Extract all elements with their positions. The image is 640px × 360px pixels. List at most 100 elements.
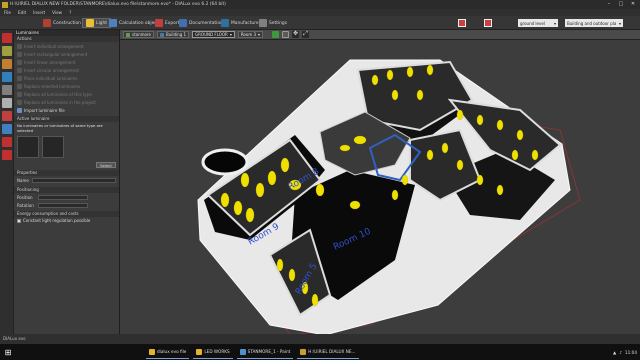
taskbar-item[interactable]: LED WORKS	[193, 345, 233, 359]
breadcrumb-room[interactable]: Room 3 ▾	[237, 31, 264, 38]
action-replace-type[interactable]: Replace all luminaires of this type	[14, 90, 119, 98]
luminaire	[255, 182, 265, 198]
name-row: Name	[14, 176, 119, 184]
action-label: Replace selected luminaires	[24, 83, 81, 89]
level-select-value: ground level	[520, 20, 545, 26]
volume-icon[interactable]: ♪	[619, 350, 622, 355]
select-button[interactable]: Select	[96, 162, 116, 168]
close-button[interactable]: ✕	[628, 1, 638, 7]
luminaire	[371, 74, 379, 86]
view-select[interactable]: Building and outdoor pla ▾	[565, 19, 623, 27]
action-replace-selected[interactable]: Replace selected luminaires	[14, 82, 119, 90]
zoom-fit-icon[interactable]: ⤢	[302, 31, 310, 38]
luminaire	[476, 114, 484, 126]
replace-icon	[17, 83, 22, 89]
menu-view[interactable]: View	[52, 10, 62, 15]
filter-tool-icon[interactable]	[2, 150, 12, 160]
luminaire-group-tool-icon[interactable]	[2, 59, 12, 69]
action-insert-circular[interactable]: Insert circular arrangement	[14, 66, 119, 74]
breadcrumb-project[interactable]: stanmore	[123, 31, 154, 38]
luminaire	[496, 184, 504, 196]
taskbar-item[interactable]: H:\UIRIEL DIALUX NE...	[297, 345, 359, 359]
luminaire-tool-icon[interactable]	[2, 33, 12, 43]
folder-icon	[196, 348, 203, 355]
align-tool-icon[interactable]	[2, 98, 12, 108]
menu-insert[interactable]: Insert	[33, 10, 45, 15]
emergency-tool-icon[interactable]	[2, 72, 12, 82]
luminaire	[353, 135, 367, 145]
luminaire	[426, 64, 434, 76]
action-insert-linear[interactable]: Insert linear arrangement	[14, 58, 119, 66]
undo-button[interactable]	[458, 19, 466, 27]
action-label: Replace all luminaires in the project	[24, 99, 96, 105]
folder-icon	[149, 348, 155, 355]
luminaire-preview-tile	[42, 136, 64, 158]
luminaire	[280, 157, 290, 173]
linear-array-icon	[17, 59, 22, 65]
chevron-down-icon: ▾	[229, 32, 232, 37]
project-icon	[126, 32, 130, 37]
taskbar-item-label: LED WORKS	[204, 349, 230, 354]
rotation-input[interactable]	[38, 202, 88, 208]
luminaire	[441, 142, 449, 154]
round-tower	[201, 148, 249, 176]
network-icon[interactable]: ▲	[613, 350, 616, 355]
viewport-toolbar: stanmore Building 1 GROUND FLOOR ▾ Room …	[120, 30, 640, 40]
clock[interactable]: 11:04	[625, 350, 637, 355]
luminaire	[456, 109, 464, 121]
edit-tool-icon[interactable]	[2, 85, 12, 95]
menu-help[interactable]: ?	[69, 10, 71, 15]
action-label: Replace all luminaires of this type	[24, 91, 92, 97]
taskbar-item[interactable]: dialux evo file	[146, 345, 190, 359]
light-scene-tool-icon[interactable]	[2, 46, 12, 56]
redo-button[interactable]	[484, 19, 492, 27]
light-icon	[86, 19, 94, 27]
area-tool-icon[interactable]	[2, 137, 12, 147]
checkbox-icon	[17, 218, 21, 223]
action-insert-rectangular[interactable]: Insert rectangular arrangement	[14, 50, 119, 58]
maximize-button[interactable]: □	[616, 1, 626, 7]
luminaire	[416, 89, 424, 101]
level-select[interactable]: ground level ▾	[518, 19, 558, 27]
app-icon	[2, 1, 8, 8]
action-insert-individual[interactable]: Insert individual arrangement	[14, 42, 119, 50]
menu-edit[interactable]: Edit	[18, 10, 26, 15]
action-replace-all[interactable]: Replace all luminaires in the project	[14, 98, 119, 106]
action-import-luminaire[interactable]: Import luminaire file	[14, 106, 119, 114]
title-bar: H:\UIRIEL DIALUX NEW FOLDER\STANMORE\dia…	[0, 0, 640, 9]
tab-settings[interactable]: Settings	[256, 18, 290, 28]
view-plan-icon[interactable]	[282, 31, 290, 38]
insert-icon	[17, 43, 22, 49]
menu-bar: File Edit Insert View ?	[0, 9, 640, 16]
breadcrumb-label: GROUND FLOOR	[195, 32, 228, 37]
view-3d-icon[interactable]	[272, 31, 280, 38]
taskbar-item[interactable]: STANMORE_1 - Paint	[236, 345, 294, 359]
view-select-value: Building and outdoor pla	[567, 20, 617, 26]
position-input[interactable]	[38, 194, 88, 200]
luminaire	[391, 189, 399, 201]
minimize-button[interactable]: –	[604, 1, 614, 7]
breadcrumb-floor[interactable]: GROUND FLOOR ▾	[192, 31, 235, 38]
sun-tool-icon[interactable]	[2, 124, 12, 134]
breadcrumb-building[interactable]: Building 1	[157, 31, 190, 38]
name-input[interactable]	[31, 177, 116, 183]
3d-viewport[interactable]: Room 8 Room 9 Room 10 Room 5	[120, 40, 640, 334]
menu-file[interactable]: File	[4, 10, 11, 15]
action-label: Insert linear arrangement	[24, 59, 76, 65]
windows-start-icon[interactable]: ⊞	[0, 344, 16, 360]
selection-warning: No luminaires or luminaires of same type…	[17, 123, 103, 133]
tab-construction[interactable]: Construction	[40, 18, 84, 28]
action-place-individual[interactable]: Place individual luminaires	[14, 74, 119, 82]
move-icon[interactable]: ✥	[292, 31, 300, 38]
tab-label: Construction	[53, 20, 81, 26]
tools-icon[interactable]	[2, 111, 12, 121]
tool-strip	[0, 30, 14, 334]
window-title: H:\UIRIEL DIALUX NEW FOLDER\STANMORE\dia…	[10, 2, 226, 7]
breadcrumb-label: Building 1	[166, 32, 187, 37]
constant-light-checkbox[interactable]: Constant light regulation possible	[14, 217, 119, 224]
breadcrumb-label: Room 3	[240, 32, 257, 37]
construction-icon	[43, 19, 51, 27]
luminaire	[386, 69, 394, 81]
action-label: Insert individual arrangement	[24, 43, 84, 49]
taskbar-item-label: STANMORE_1 - Paint	[247, 349, 291, 354]
